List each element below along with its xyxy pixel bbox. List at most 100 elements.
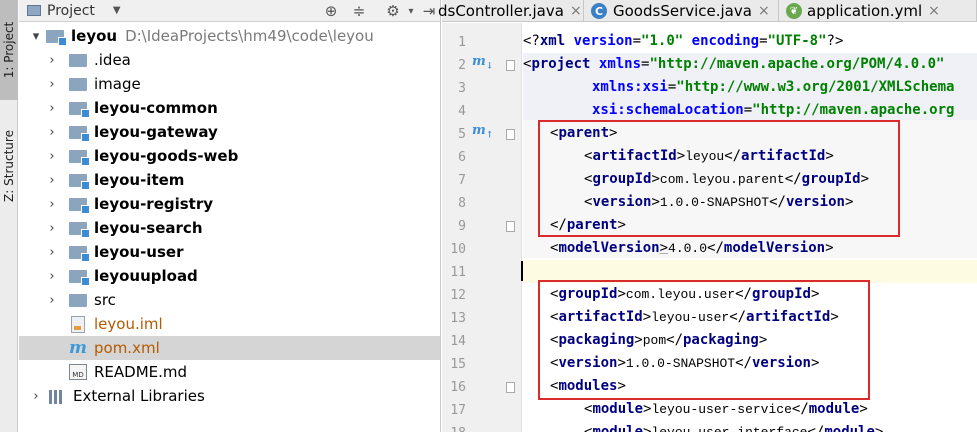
project-panel-header: Project ▼ ⊕ ≑ ⚙ ▾ ⇥ <box>19 0 440 22</box>
project-panel-title[interactable]: Project <box>47 3 95 19</box>
tab-application-yml[interactable]: ❦ application.yml × <box>780 0 977 22</box>
module-folder-icon <box>69 149 90 166</box>
chevron-right-icon[interactable]: › <box>45 149 59 164</box>
project-panel: Project ▼ ⊕ ≑ ⚙ ▾ ⇥ ▾ leyou D:\IdeaProje… <box>19 0 441 432</box>
xml-value: 4.0.0 <box>668 241 708 256</box>
tree-item-leyou-iml[interactable]: leyou.iml <box>19 312 440 336</box>
line-number: 9 <box>458 219 466 234</box>
tree-item-pom-xml[interactable]: m pom.xml <box>19 336 440 360</box>
xml-value: leyou-user-interface <box>651 425 807 432</box>
tree-item-src[interactable]: › src <box>19 288 440 312</box>
hide-panel-icon[interactable]: ⇥ <box>419 1 439 21</box>
gear-icon[interactable]: ⚙ <box>383 1 403 21</box>
chevron-right-icon[interactable]: › <box>45 197 59 212</box>
close-icon[interactable]: × <box>928 3 940 19</box>
line-number: 3 <box>458 81 466 96</box>
chevron-right-icon[interactable]: › <box>45 221 59 236</box>
xml-tag: modelVersion <box>558 240 660 256</box>
tree-item-label: leyou-item <box>94 171 185 189</box>
line-number: 2 <box>458 58 466 73</box>
tree-item-leyou-goods-web[interactable]: › leyou-goods-web <box>19 144 440 168</box>
close-icon[interactable]: × <box>570 3 582 19</box>
chevron-down-icon[interactable]: ▼ <box>113 5 121 16</box>
class-c-icon: C <box>591 3 607 19</box>
maven-module-gutter-icon[interactable]: m↓ <box>472 54 493 72</box>
chevron-right-icon[interactable]: › <box>45 53 59 68</box>
tree-item-leyouupload[interactable]: › leyouupload <box>19 264 440 288</box>
tree-item-label: leyou-user <box>94 243 184 261</box>
markdown-file-icon: MD <box>69 364 87 380</box>
annotation-box-parent <box>538 120 900 237</box>
chevron-down-icon[interactable]: ▾ <box>29 29 43 44</box>
structure-tool-tab[interactable]: Z: Structure <box>0 118 18 214</box>
tree-item-leyou-user[interactable]: › leyou-user <box>19 240 440 264</box>
xml-prolog-open: <? <box>523 33 540 49</box>
xml-attr: xmlns <box>598 56 642 72</box>
xml-tag: module <box>824 424 875 432</box>
tree-item-leyou-common[interactable]: › leyou-common <box>19 96 440 120</box>
tree-item-external-libraries[interactable]: › External Libraries <box>19 384 440 408</box>
chevron-right-icon[interactable]: › <box>45 293 59 308</box>
xml-tag: module <box>808 401 860 417</box>
code-line-1[interactable]: <?xml version="1.0" encoding="UTF-8"?> <box>523 33 843 49</box>
code-line-10[interactable]: <modelVersion>4.0.0</modelVersion> <box>550 240 834 256</box>
fold-marker-icon[interactable] <box>506 382 515 393</box>
locate-target-icon[interactable]: ⊕ <box>321 1 341 21</box>
code-line-18[interactable]: <module>leyou-user-interface</module> <box>584 424 883 432</box>
line-number: 11 <box>450 265 466 280</box>
tree-item-label: image <box>94 75 141 93</box>
line-number: 14 <box>450 334 466 349</box>
fold-marker-icon[interactable] <box>506 221 515 232</box>
xml-tag: project <box>531 56 591 72</box>
module-folder-icon <box>69 221 90 238</box>
tree-item-leyou-search[interactable]: › leyou-search <box>19 216 440 240</box>
line-number: 5 <box>458 127 466 142</box>
tree-item-leyou-item[interactable]: › leyou-item <box>19 168 440 192</box>
gear-menu-chevron-icon[interactable]: ▾ <box>401 1 421 21</box>
code-line-2[interactable]: <project xmlns="http://maven.apache.org/… <box>523 56 945 72</box>
code-line-17[interactable]: <module>leyou-user-service</module> <box>584 401 868 417</box>
tree-item-idea[interactable]: › .idea <box>19 48 440 72</box>
chevron-right-icon[interactable]: › <box>45 101 59 116</box>
code-line-3[interactable]: xmlns:xsi="http://www.w3.org/2001/XMLSch… <box>592 79 954 95</box>
maven-parent-gutter-icon[interactable]: m↑ <box>472 123 493 141</box>
chevron-right-icon[interactable]: › <box>45 173 59 188</box>
tab-goods-controller[interactable]: dsController.java × <box>438 0 584 22</box>
fold-marker-icon[interactable] <box>506 129 515 140</box>
tree-item-image[interactable]: › image <box>19 72 440 96</box>
tree-item-root[interactable]: ▾ leyou D:\IdeaProjects\hm49\code\leyou <box>19 24 440 48</box>
maven-file-icon: m <box>69 338 87 358</box>
folder-icon <box>69 293 87 307</box>
close-icon[interactable]: × <box>758 3 770 19</box>
module-folder-icon <box>69 101 90 118</box>
tree-item-readme[interactable]: MD README.md <box>19 360 440 384</box>
module-folder-icon <box>69 125 90 142</box>
xml-prolog-close: ?> <box>826 33 844 49</box>
annotation-box-coordinates <box>538 280 870 400</box>
xml-tag: module <box>592 424 644 432</box>
line-number: 12 <box>450 288 466 303</box>
tab-label: dsController.java <box>438 2 564 20</box>
tree-item-leyou-gateway[interactable]: › leyou-gateway <box>19 120 440 144</box>
collapse-all-icon[interactable]: ≑ <box>349 1 369 21</box>
code-line-4[interactable]: xsi:schemaLocation="http://maven.apache.… <box>592 102 954 118</box>
tree-item-label: leyou-search <box>94 219 203 237</box>
chevron-right-icon[interactable]: › <box>45 245 59 260</box>
project-tool-tab[interactable]: 1: Project <box>0 0 18 100</box>
line-number: 8 <box>458 196 466 211</box>
tree-item-label: .idea <box>94 51 131 69</box>
chevron-right-icon[interactable]: › <box>29 389 43 404</box>
xml-attr-value: "1.0" <box>641 33 684 49</box>
line-number: 1 <box>458 35 466 50</box>
chevron-right-icon[interactable]: › <box>45 269 59 284</box>
chevron-right-icon[interactable]: › <box>45 125 59 140</box>
line-number: 15 <box>450 357 466 372</box>
editor: dsController.java × C GoodsService.java … <box>438 0 977 432</box>
tab-goods-service[interactable]: C GoodsService.java × <box>585 0 779 22</box>
fold-marker-icon[interactable] <box>506 60 515 71</box>
iml-file-icon <box>71 315 85 333</box>
tree-item-label: pom.xml <box>94 339 160 357</box>
chevron-right-icon[interactable]: › <box>45 77 59 92</box>
tree-item-leyou-registry[interactable]: › leyou-registry <box>19 192 440 216</box>
tree-item-label: leyou-goods-web <box>94 147 239 165</box>
